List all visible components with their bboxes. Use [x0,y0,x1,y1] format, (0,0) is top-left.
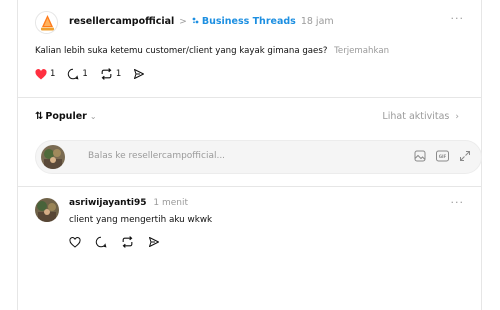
divider [18,186,481,187]
post-header: resellercampofficial > Business Threads … [69,15,334,29]
post-time: 18 jam [300,16,334,27]
heart-icon [69,236,81,248]
main-post: resellercampofficial > Business Threads … [18,0,481,96]
sort-arrows-icon: ⇅ [35,111,44,122]
comment-time: 1 menit [153,198,188,208]
reply-composer[interactable]: GIF [35,140,482,174]
gif-button[interactable]: GIF [436,150,449,162]
sort-dropdown[interactable]: ⇅ Populer ⌄ [35,111,97,122]
post-author-avatar[interactable] [35,11,58,34]
comment-text: client yang mengertih aku wkwk [69,215,213,225]
gif-label: GIF [439,154,447,159]
repost-button[interactable]: 1 [100,68,121,80]
comment-icon [68,68,79,80]
like-count: 1 [50,69,56,79]
post-actions: 1 1 1 [35,68,157,80]
comment-repost-button[interactable] [121,236,134,248]
replies-sort-bar: ⇅ Populer ⌄ Lihat aktivitas › [18,107,481,127]
reply-comment: asriwijayanti95 1 menit ··· client yang … [18,190,481,260]
post-username[interactable]: resellercampofficial [69,15,174,29]
repost-icon [101,68,112,80]
comment-actions [69,236,174,248]
comment-button[interactable]: 1 [67,68,88,80]
sort-label: Populer [45,111,87,122]
topic-link[interactable]: Business Threads [202,15,296,29]
comment-icon [95,236,107,248]
thread-frame: resellercampofficial > Business Threads … [17,0,482,310]
current-user-avatar [41,145,65,169]
comment-count: 1 [82,69,88,79]
comment-share-button[interactable] [148,236,160,248]
activity-label: Lihat aktivitas [382,111,450,122]
comment-like-button[interactable] [69,236,81,248]
reply-input[interactable] [88,151,388,161]
chevron-down-icon: ⌄ [89,112,97,121]
reply-tools: GIF [404,150,471,162]
chevron-right-icon: › [455,111,459,122]
expand-composer-button[interactable] [459,150,471,162]
share-icon [149,237,159,247]
post-text: Kalian lebih suka ketemu customer/client… [35,46,328,56]
comment-header: asriwijayanti95 1 menit [69,197,188,210]
comment-author-avatar[interactable] [35,198,59,222]
repost-icon [122,236,133,248]
share-icon [134,69,145,79]
expand-icon [460,151,470,161]
comment-username[interactable]: asriwijayanti95 [69,198,147,208]
topic-icon [192,15,199,29]
view-activity-link[interactable]: Lihat aktivitas › [382,111,459,122]
translate-link[interactable]: Terjemahkan [334,46,389,56]
post-text-container: Kalian lebih suka ketemu customer/client… [35,44,389,58]
gif-icon: GIF [436,150,449,162]
post-more-options-icon[interactable]: ··· [451,12,465,25]
divider [18,97,481,98]
repost-count: 1 [115,69,122,79]
heart-icon [35,68,47,79]
image-icon [414,150,426,162]
comment-reply-button[interactable] [95,236,107,248]
attach-image-button[interactable] [414,150,426,162]
share-button[interactable] [133,68,145,80]
breadcrumb-separator-icon: > [179,17,187,27]
brand-logo-icon [36,12,57,33]
comment-more-options-icon[interactable]: ··· [451,196,465,209]
like-button[interactable]: 1 [35,68,56,80]
